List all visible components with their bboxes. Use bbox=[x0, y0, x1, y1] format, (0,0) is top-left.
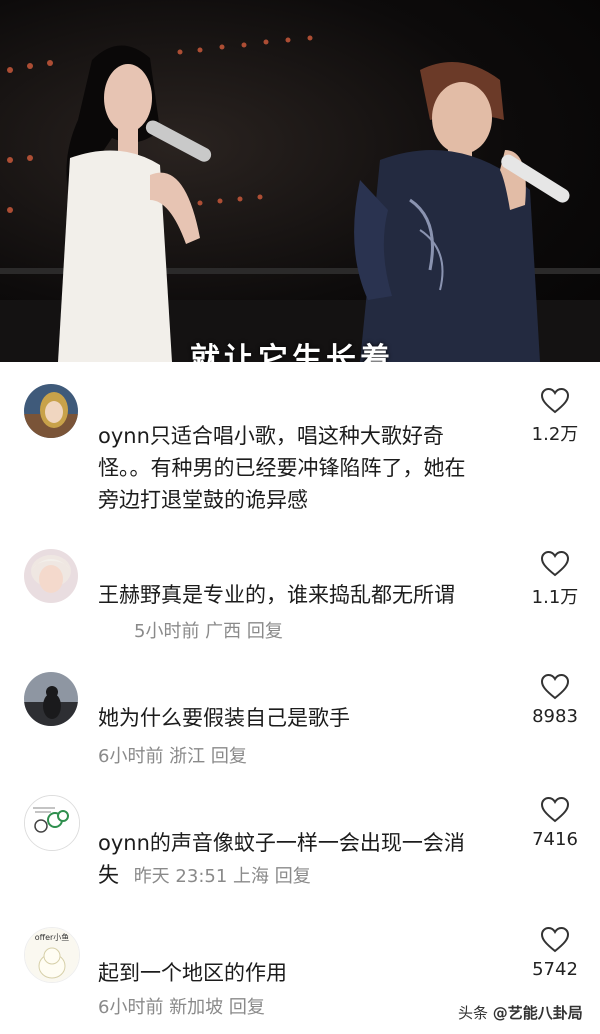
like-count: 1.2万 bbox=[531, 424, 579, 445]
comment-meta: 6小时前 新加坡 回复 bbox=[98, 997, 265, 1018]
comment-text: 王赫野真是专业的，谁来捣乱都无所谓 bbox=[98, 583, 455, 607]
like-button[interactable]: 5742 bbox=[524, 927, 586, 980]
heart-outline-icon bbox=[541, 551, 569, 577]
like-count: 8983 bbox=[532, 706, 578, 727]
watermark-platform: 头条 bbox=[458, 1004, 489, 1022]
video-caption: 就让它生长着 bbox=[190, 342, 394, 362]
watermark-account: @艺能八卦局 bbox=[492, 1004, 583, 1022]
comment-text: oynn的声音像蚊子一样一会出现一会消 失 昨天 23:51 上海 回复 bbox=[98, 831, 465, 887]
heart-outline-icon bbox=[541, 927, 569, 953]
comment-meta: 5小时前 广西 回复 bbox=[134, 621, 283, 642]
like-count: 7416 bbox=[532, 829, 578, 850]
like-count: 5742 bbox=[532, 959, 578, 980]
avatar-label: offer小鱼 bbox=[35, 932, 70, 942]
avatar[interactable] bbox=[24, 795, 80, 851]
heart-outline-icon bbox=[541, 674, 569, 700]
comment-text: 她为什么要假装自己是歌手 bbox=[98, 706, 350, 730]
avatar[interactable] bbox=[24, 549, 78, 603]
comment-text: 起到一个地区的作用 bbox=[98, 961, 287, 985]
comment-meta: 6小时前 浙江 回复 bbox=[98, 746, 247, 767]
watermark: 头条 @艺能八卦局 bbox=[458, 1002, 583, 1023]
avatar[interactable] bbox=[24, 672, 78, 726]
avatar[interactable] bbox=[24, 384, 78, 438]
like-count: 1.1万 bbox=[531, 587, 579, 608]
video-frame[interactable]: 就让它生长着 bbox=[0, 0, 600, 362]
comment-meta: 昨天 23:51 上海 回复 bbox=[133, 866, 311, 887]
stage-background bbox=[0, 35, 600, 362]
avatar[interactable]: offer小鱼 bbox=[24, 927, 80, 983]
heart-outline-icon bbox=[541, 797, 569, 823]
like-button[interactable]: 1.1万 bbox=[524, 551, 586, 609]
like-button[interactable]: 7416 bbox=[524, 797, 586, 850]
like-button[interactable]: 8983 bbox=[524, 674, 586, 727]
heart-outline-icon bbox=[541, 388, 569, 414]
like-button[interactable]: 1.2万 bbox=[524, 388, 586, 446]
comment-text: oynn只适合唱小歌，唱这种大歌好奇 怪。。有种男的已经要冲锋陷阵了，她在 旁边… bbox=[98, 424, 466, 512]
